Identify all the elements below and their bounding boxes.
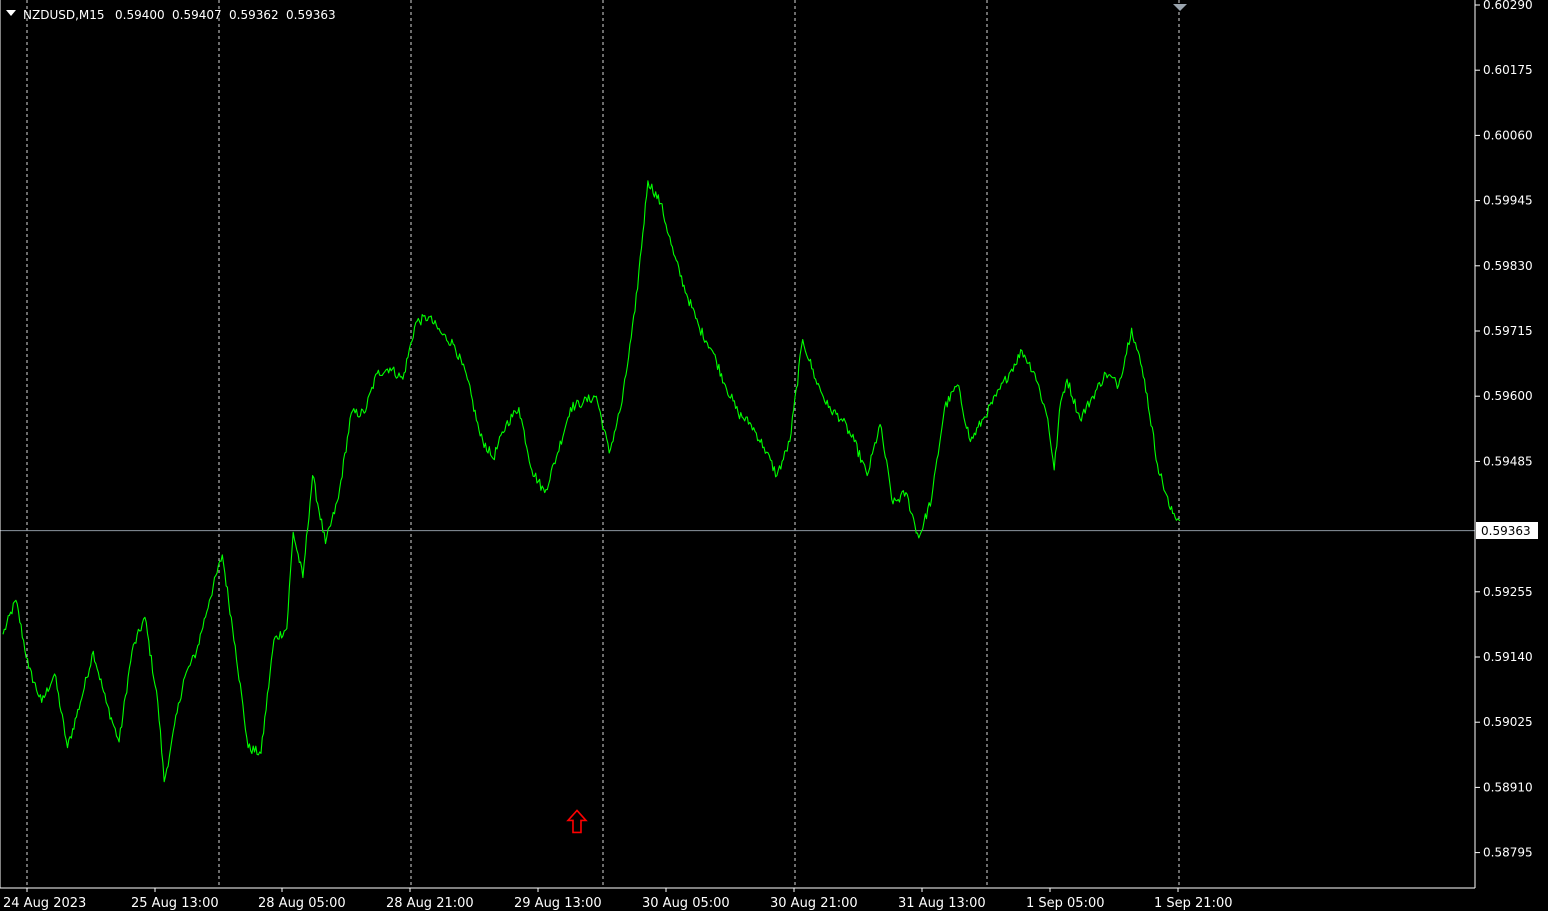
time-tick-label: 24 Aug 2023 [3, 896, 86, 911]
price-tick-label: 0.60290 [1483, 0, 1533, 12]
price-tick-label: 0.59830 [1483, 259, 1533, 273]
price-chart[interactable]: 0.60290 0.60175 0.60060 0.59945 0.59830 0.597… [0, 0, 1548, 911]
time-tick-label: 28 Aug 21:00 [386, 896, 474, 911]
symbol-label: NZDUSD,M15 [23, 8, 105, 22]
price-tick-label: 0.59600 [1483, 389, 1533, 403]
high-value: 0.59407 [172, 8, 222, 22]
time-tick-label: 30 Aug 21:00 [770, 896, 858, 911]
price-tick-label: 0.59025 [1483, 715, 1533, 729]
price-tick-label: 0.59945 [1483, 194, 1533, 208]
price-tick-label: 0.58795 [1483, 846, 1533, 860]
price-tick-label: 0.59255 [1483, 585, 1533, 599]
time-tick-label: 29 Aug 13:00 [514, 896, 602, 911]
price-tick-label: 0.60060 [1483, 128, 1533, 142]
current-price-tag: 0.59363 [1476, 522, 1538, 539]
time-tick-label: 1 Sep 21:00 [1154, 896, 1233, 911]
low-value: 0.59362 [229, 8, 279, 22]
time-tick-label: 28 Aug 05:00 [258, 896, 346, 911]
time-tick-label: 1 Sep 05:00 [1026, 896, 1105, 911]
time-tick-label: 30 Aug 05:00 [642, 896, 730, 911]
time-tick-label: 31 Aug 13:00 [898, 896, 986, 911]
price-tick-label: 0.59140 [1483, 650, 1533, 664]
close-value: 0.59363 [286, 8, 336, 22]
price-tick-label: 0.59715 [1483, 324, 1533, 338]
open-value: 0.59400 [115, 8, 165, 22]
chart-background [0, 0, 1548, 911]
price-tick-label: 0.58910 [1483, 780, 1533, 794]
price-tick-label: 0.60175 [1483, 63, 1533, 77]
price-tick-label: 0.59485 [1483, 454, 1533, 468]
time-tick-label: 25 Aug 13:00 [131, 896, 219, 911]
current-price-label: 0.59363 [1481, 524, 1531, 538]
